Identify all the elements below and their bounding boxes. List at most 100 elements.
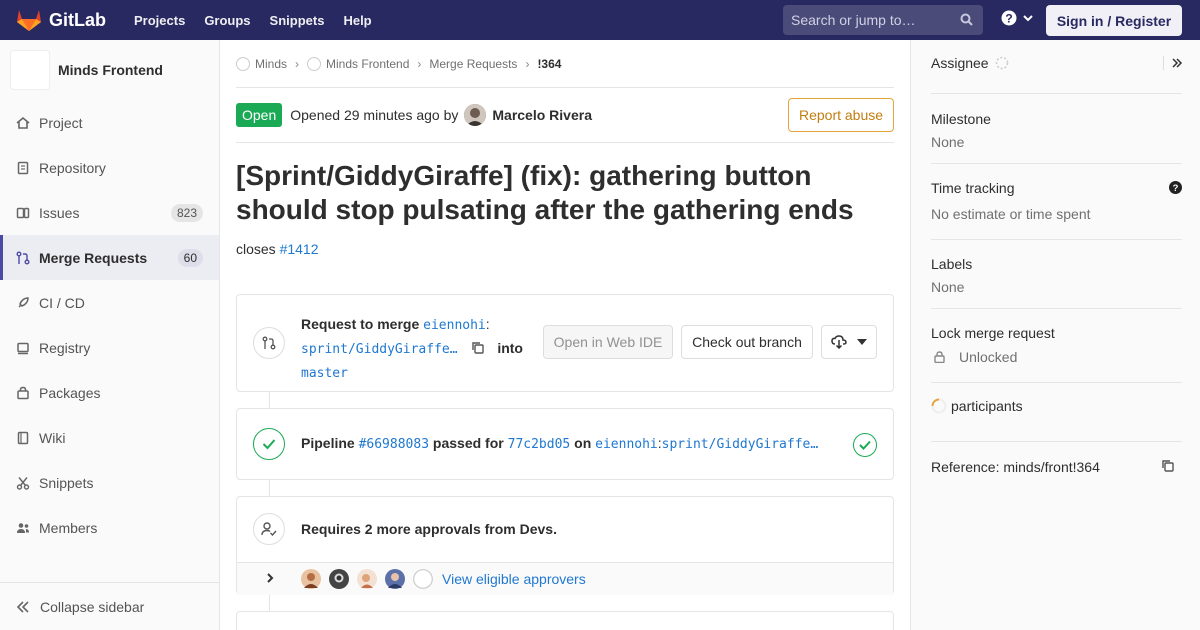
double-chevron-left-icon <box>16 600 29 613</box>
sidebar-item-label: Issues <box>39 204 80 221</box>
issues-icon <box>16 206 30 220</box>
breadcrumb-minds-frontend[interactable]: Minds Frontend <box>307 56 410 71</box>
check-out-branch-button[interactable]: Check out branch <box>681 325 813 359</box>
book-icon <box>16 431 30 445</box>
mr-title: [Sprint/GiddyGiraffe] (fix): gathering b… <box>236 160 854 225</box>
sidebar-item-packages[interactable]: Packages <box>0 370 219 415</box>
collapse-sidebar-chevron-icon[interactable] <box>1171 57 1183 69</box>
issue-link[interactable]: #1412 <box>280 241 319 257</box>
pipeline-branch-link[interactable]: sprint/GiddyGiraffe… <box>662 437 819 452</box>
caret-down-icon <box>857 339 867 345</box>
description-prefix: closes <box>236 241 276 257</box>
project-header[interactable]: Minds Frontend <box>0 40 219 100</box>
lock-title: Lock merge request <box>931 325 1055 341</box>
project-avatar-small <box>307 56 322 71</box>
participants-block: participants <box>931 383 1182 442</box>
sign-in-register-button[interactable]: Sign in / Register <box>1046 5 1182 36</box>
project-sidebar: Minds Frontend Project Repository Issues… <box>0 40 220 630</box>
lock-value: Unlocked <box>959 349 1018 365</box>
sidebar-item-label: Project <box>39 114 83 131</box>
breadcrumb-minds[interactable]: Minds <box>236 56 287 71</box>
author-avatar[interactable] <box>464 104 487 126</box>
scissors-icon <box>16 476 30 490</box>
pipeline-id-link[interactable]: #66988083 <box>359 437 429 452</box>
approver-avatar[interactable] <box>385 569 405 589</box>
home-icon <box>16 116 30 130</box>
timeline-connector <box>269 595 270 611</box>
merge-request-status-icon <box>253 327 285 359</box>
sidebar-item-label: Registry <box>39 339 91 356</box>
assignee-label: Assignee <box>931 55 989 71</box>
divider <box>1163 56 1164 70</box>
top-navbar: GitLab Projects Groups Snippets Help Sea… <box>0 0 1200 40</box>
group-avatar <box>236 56 250 71</box>
empty-approver-slot <box>413 569 433 589</box>
merge-request-widget: Request to merge eiennohi: sprint/GiddyG… <box>236 294 894 392</box>
breadcrumb-separator: › <box>295 56 300 71</box>
breadcrumb-merge-requests[interactable]: Merge Requests <box>429 57 517 71</box>
milestone-value: None <box>931 134 965 150</box>
issues-count-badge: 823 <box>170 203 203 222</box>
labels-value: None <box>931 279 965 295</box>
sidebar-item-registry[interactable]: Registry <box>0 325 219 370</box>
nav-help[interactable]: Help <box>343 13 371 28</box>
download-cloud-icon <box>831 335 847 349</box>
source-owner[interactable]: eiennohi <box>423 318 486 333</box>
breadcrumb-separator: › <box>525 56 530 71</box>
gitlab-logo[interactable]: GitLab <box>16 8 106 32</box>
milestone-block[interactable]: Milestone None <box>931 94 1182 164</box>
sidebar-item-ci-cd[interactable]: CI / CD <box>0 280 219 325</box>
breadcrumb-label: Minds Frontend <box>326 56 410 71</box>
sidebar-item-issues[interactable]: Issues 823 <box>0 190 219 235</box>
into-label: into <box>497 340 523 356</box>
target-branch[interactable]: master <box>301 366 348 381</box>
sidebar-item-snippets[interactable]: Snippets <box>0 460 219 505</box>
report-abuse-button[interactable]: Report abuse <box>788 98 894 132</box>
sidebar-item-repository[interactable]: Repository <box>0 145 219 190</box>
source-branch[interactable]: sprint/GiddyGiraffe… <box>301 342 458 357</box>
open-in-web-ide-button[interactable]: Open in Web IDE <box>543 325 673 359</box>
sidebar-item-wiki[interactable]: Wiki <box>0 415 219 460</box>
svg-text:?: ? <box>1173 183 1179 194</box>
merge-request-icon <box>16 251 30 265</box>
approver-avatar[interactable] <box>357 569 377 589</box>
search-placeholder: Search or jump to… <box>791 12 916 28</box>
collapse-sidebar-button[interactable]: Collapse sidebar <box>0 582 219 630</box>
approvers-row: View eligible approvers <box>237 562 893 595</box>
commit-sha-link[interactable]: 77c2bd05 <box>508 437 571 452</box>
sidebar-item-members[interactable]: Members <box>0 505 219 550</box>
copy-branch-icon[interactable] <box>471 341 485 355</box>
sidebar-item-label: Repository <box>39 159 106 176</box>
labels-block[interactable]: Labels None <box>931 240 1182 309</box>
request-to-merge-label: Request to merge <box>301 316 420 332</box>
author-name[interactable]: Marcelo Rivera <box>492 107 592 123</box>
help-dropdown[interactable]: ? <box>1001 10 1034 26</box>
timeline-connector <box>269 392 270 408</box>
download-dropdown-button[interactable] <box>821 325 877 359</box>
sidebar-item-label: Wiki <box>39 429 66 446</box>
approver-avatar[interactable] <box>301 569 321 589</box>
copy-reference-icon[interactable] <box>1161 459 1175 473</box>
merge-requests-count-badge: 60 <box>177 248 203 267</box>
pipeline-success-icon[interactable] <box>253 428 285 460</box>
sidebar-item-project[interactable]: Project <box>0 100 219 145</box>
pipeline-owner-link[interactable]: eiennohi <box>595 437 658 452</box>
approver-avatar[interactable] <box>329 569 349 589</box>
nav-projects[interactable]: Projects <box>134 13 185 28</box>
opened-text: Opened 29 minutes ago by <box>290 107 459 123</box>
breadcrumb-mr-id[interactable]: !364 <box>537 57 561 71</box>
main-content: Minds › Minds Frontend › Merge Requests … <box>236 40 894 257</box>
gitlab-tanuki-icon <box>17 10 41 31</box>
sidebar-item-label: Members <box>39 519 98 536</box>
loading-spinner-icon <box>931 398 947 414</box>
view-eligible-approvers-link[interactable]: View eligible approvers <box>442 571 586 587</box>
approvals-widget: Requires 2 more approvals from Devs. Vie… <box>236 496 894 595</box>
question-circle-icon[interactable]: ? <box>1169 181 1182 194</box>
chevron-right-icon[interactable] <box>265 573 275 583</box>
nav-snippets[interactable]: Snippets <box>270 13 325 28</box>
search-input[interactable]: Search or jump to… <box>783 5 983 35</box>
stage-success-icon[interactable] <box>853 433 877 457</box>
nav-groups[interactable]: Groups <box>204 13 250 28</box>
sidebar-item-label: Packages <box>39 384 101 401</box>
sidebar-item-merge-requests[interactable]: Merge Requests 60 <box>0 235 219 280</box>
